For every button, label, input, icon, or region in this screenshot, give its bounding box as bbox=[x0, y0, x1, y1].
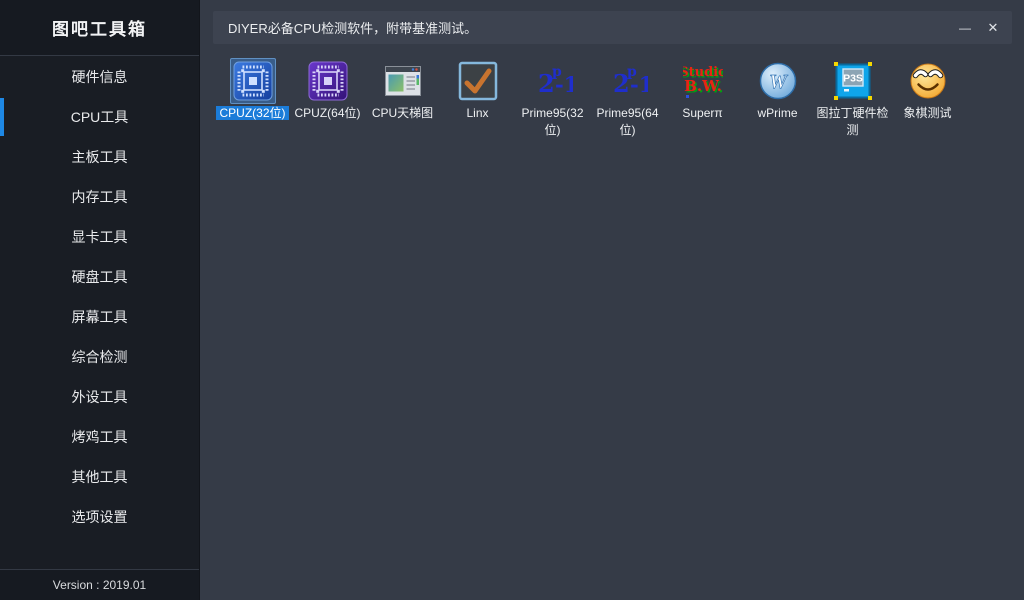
tool-label: wPrime bbox=[740, 105, 815, 122]
sidebar: 图吧工具箱 硬件信息 CPU工具 主板工具 内存工具 显卡工具 硬盘工具 屏幕工… bbox=[0, 0, 200, 600]
sidebar-item[interactable]: 烤鸡工具 bbox=[0, 417, 199, 457]
sidebar-item-label: 显卡工具 bbox=[72, 227, 128, 247]
prime95-icon: 2 p -1 bbox=[533, 61, 573, 101]
tool-icon bbox=[455, 58, 501, 104]
tool-item[interactable]: Linx bbox=[440, 58, 515, 122]
minimize-button[interactable]: — bbox=[951, 11, 979, 44]
category-description: DIYER必备CPU检测软件，附带基准测试。 bbox=[213, 18, 951, 37]
tool-item[interactable]: CPU天梯图 bbox=[365, 58, 440, 122]
category-header: DIYER必备CPU检测软件，附带基准测试。 — ✕ bbox=[213, 11, 1012, 44]
svg-text:-1: -1 bbox=[630, 72, 648, 97]
main-panel: DIYER必备CPU检测软件，附带基准测试。 — ✕ CPUZ(32位) bbox=[201, 0, 1024, 600]
tool-item[interactable]: 象棋测试 bbox=[890, 58, 965, 122]
tool-label: CPU天梯图 bbox=[365, 105, 440, 122]
svg-text:P3S: P3S bbox=[843, 73, 863, 85]
sidebar-item[interactable]: 显卡工具 bbox=[0, 217, 199, 257]
tool-item[interactable]: 2 p -1 Prime95(32位) bbox=[515, 58, 590, 139]
sidebar-item[interactable]: 其他工具 bbox=[0, 457, 199, 497]
sidebar-item-label: 内存工具 bbox=[72, 187, 128, 207]
sidebar-item[interactable]: 主板工具 bbox=[0, 137, 199, 177]
sidebar-item-label: 外设工具 bbox=[72, 387, 128, 407]
tool-icon: W bbox=[755, 58, 801, 104]
sidebar-item-label: 其他工具 bbox=[72, 467, 128, 487]
sidebar-item[interactable]: 硬盘工具 bbox=[0, 257, 199, 297]
tool-item[interactable]: 2 p -1 Prime95(64位) bbox=[590, 58, 665, 139]
svg-text:W: W bbox=[769, 71, 788, 93]
sidebar-item-label: 屏幕工具 bbox=[72, 307, 128, 327]
cpuz32-icon bbox=[233, 61, 273, 101]
app-window: { "sidebar": { "title": "图吧工具箱", "select… bbox=[0, 0, 1024, 600]
tool-label: Prime95(32位) bbox=[515, 105, 590, 139]
sidebar-item[interactable]: 屏幕工具 bbox=[0, 297, 199, 337]
tool-grid: CPUZ(32位) CPUZ(64位) bbox=[215, 58, 1016, 149]
linx-check-icon bbox=[458, 61, 498, 101]
chess-smiley-icon bbox=[908, 61, 948, 101]
sidebar-item[interactable]: 外设工具 bbox=[0, 377, 199, 417]
ladder-window-icon bbox=[383, 61, 423, 101]
tool-label: Superπ bbox=[665, 105, 740, 122]
sidebar-item[interactable]: 选项设置 bbox=[0, 497, 199, 537]
tool-label: 象棋测试 bbox=[890, 105, 965, 122]
wprime-icon: W bbox=[758, 61, 798, 101]
tool-label: CPUZ(64位) bbox=[290, 105, 365, 122]
sidebar-item[interactable]: 硬件信息 bbox=[0, 57, 199, 97]
tool-item[interactable]: Studio Studio B.W. B.W. Superπ bbox=[665, 58, 740, 122]
tool-icon: 2 p -1 bbox=[530, 58, 576, 104]
sidebar-item-label: 烤鸡工具 bbox=[72, 427, 128, 447]
tool-item[interactable]: P3S 图拉丁硬件检测 bbox=[815, 58, 890, 139]
sidebar-item[interactable]: CPU工具 bbox=[0, 97, 199, 137]
tool-label: CPUZ(32位) bbox=[215, 105, 290, 122]
sidebar-item-label: CPU工具 bbox=[71, 107, 129, 127]
sidebar-item[interactable]: 综合检测 bbox=[0, 337, 199, 377]
cpuz64-icon bbox=[308, 61, 348, 101]
tool-icon bbox=[380, 58, 426, 104]
tool-icon: Studio Studio B.W. B.W. bbox=[680, 58, 726, 104]
app-title: 图吧工具箱 bbox=[0, 0, 199, 56]
sidebar-item-label: 综合检测 bbox=[72, 347, 128, 367]
tool-item[interactable]: CPUZ(32位) bbox=[215, 58, 290, 122]
tool-icon: 2 p -1 bbox=[605, 58, 651, 104]
tool-item[interactable]: CPUZ(64位) bbox=[290, 58, 365, 122]
sidebar-item-label: 选项设置 bbox=[72, 507, 128, 527]
tool-label: Prime95(64位) bbox=[590, 105, 665, 139]
version-label: Version : 2019.01 bbox=[0, 569, 199, 600]
sidebar-item-label: 硬件信息 bbox=[72, 67, 128, 87]
sidebar-item-label: 硬盘工具 bbox=[72, 267, 128, 287]
sidebar-item-label: 主板工具 bbox=[72, 147, 128, 167]
sidebar-menu: 硬件信息 CPU工具 主板工具 内存工具 显卡工具 硬盘工具 屏幕工具 综合检测… bbox=[0, 56, 199, 569]
superpi-icon: Studio Studio B.W. B.W. bbox=[683, 61, 723, 101]
tool-icon bbox=[905, 58, 951, 104]
prime95-icon: 2 p -1 bbox=[608, 61, 648, 101]
sidebar-item[interactable]: 内存工具 bbox=[0, 177, 199, 217]
tool-icon bbox=[305, 58, 351, 104]
close-button[interactable]: ✕ bbox=[979, 11, 1007, 44]
tool-item[interactable]: W wPrime bbox=[740, 58, 815, 122]
svg-text:-1: -1 bbox=[555, 72, 573, 97]
p3s-icon: P3S bbox=[833, 61, 873, 101]
svg-text:B.W.: B.W. bbox=[684, 77, 722, 95]
tool-icon: P3S bbox=[830, 58, 876, 104]
tool-label: Linx bbox=[440, 105, 515, 122]
tool-icon bbox=[230, 58, 276, 104]
tool-label: 图拉丁硬件检测 bbox=[815, 105, 890, 139]
